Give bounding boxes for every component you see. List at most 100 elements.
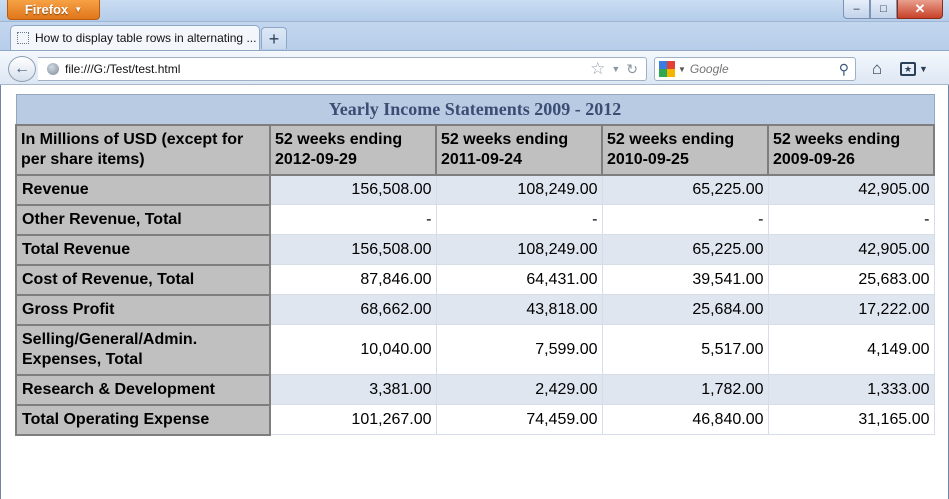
row-label: Cost of Revenue, Total (15, 263, 271, 296)
url-bar[interactable]: file:///G:/Test/test.html ☆ ▼ ↻ (38, 57, 647, 81)
income-statement-table: Yearly Income Statements 2009 - 2012 In … (15, 94, 935, 436)
header-cell: 52 weeks ending 2010-09-25 (601, 123, 769, 176)
table-cell: 156,508.00 (269, 174, 437, 205)
firefox-menu-button[interactable]: Firefox ▼ (7, 0, 100, 20)
table-cell: 101,267.00 (269, 404, 437, 435)
table-cell: 108,249.00 (435, 174, 603, 205)
table-row: Total Operating Expense 101,267.00 74,45… (15, 403, 935, 436)
bookmarks-menu-button[interactable]: ★ ▼ (900, 58, 938, 80)
header-line: 52 weeks ending (607, 130, 735, 148)
table-cell: 42,905.00 (767, 234, 935, 265)
tab-title: How to display table rows in alternating… (35, 31, 257, 45)
header-cell: 52 weeks ending 2011-09-24 (435, 123, 603, 176)
row-label: Revenue (15, 173, 271, 206)
table-header-row: In Millions of USD (except for per share … (15, 123, 935, 176)
header-cell: 52 weeks ending 2012-09-29 (269, 123, 437, 176)
table-cell: 17,222.00 (767, 294, 935, 325)
home-button[interactable]: ⌂ (866, 59, 888, 79)
row-label: Other Revenue, Total (15, 203, 271, 236)
table-row: Other Revenue, Total - - - - (15, 203, 935, 236)
table-cell: 43,818.00 (435, 294, 603, 325)
chevron-down-icon: ▼ (919, 64, 928, 74)
table-cell: 64,431.00 (435, 264, 603, 295)
table-row: Revenue 156,508.00 108,249.00 65,225.00 … (15, 173, 935, 206)
search-magnifier-icon[interactable]: ⚲ (839, 61, 849, 78)
table-cell: - (767, 204, 935, 235)
history-dropdown-icon[interactable]: ▼ (611, 64, 620, 74)
table-cell: 65,225.00 (601, 174, 769, 205)
table-cell: 3,381.00 (269, 374, 437, 405)
table-cell: 4,149.00 (767, 324, 935, 375)
search-input[interactable] (689, 62, 830, 76)
header-cell: In Millions of USD (except for per share … (15, 123, 271, 176)
header-line: 52 weeks ending (773, 130, 901, 148)
table-row: Research & Development 3,381.00 2,429.00… (15, 373, 935, 406)
row-label: Total Operating Expense (15, 403, 271, 436)
row-label: Total Revenue (15, 233, 271, 266)
page-favicon-icon (17, 32, 29, 44)
table-cell: 42,905.00 (767, 174, 935, 205)
table-cell: 31,165.00 (767, 404, 935, 435)
table-cell: 10,040.00 (269, 324, 437, 375)
reload-icon[interactable]: ↻ (626, 61, 638, 78)
table-cell: - (601, 204, 769, 235)
bookmark-star-icon[interactable]: ☆ (590, 59, 605, 79)
search-engine-dropdown-icon[interactable]: ▼ (678, 65, 686, 74)
url-actions: ☆ ▼ ↻ (590, 59, 638, 79)
table-cell: 39,541.00 (601, 264, 769, 295)
table-cell: 46,840.00 (601, 404, 769, 435)
home-icon: ⌂ (871, 59, 883, 78)
table-row: Cost of Revenue, Total 87,846.00 64,431.… (15, 263, 935, 296)
table-cell: 1,333.00 (767, 374, 935, 405)
table-cell: 108,249.00 (435, 234, 603, 265)
row-label-line: Selling/General/Admin. (22, 330, 198, 348)
table-cell: - (269, 204, 437, 235)
firefox-menu-label: Firefox (24, 2, 69, 17)
table-row: Selling/General/Admin. Expenses, Total 10… (15, 323, 935, 376)
row-label: Selling/General/Admin. Expenses, Total (15, 323, 271, 376)
table-cell: 74,459.00 (435, 404, 603, 435)
header-line: 52 weeks ending (275, 130, 403, 148)
minimize-button[interactable]: – (843, 0, 870, 19)
row-label: Gross Profit (15, 293, 271, 326)
window-controls: – □ ✕ (843, 0, 943, 19)
table-cell: 2,429.00 (435, 374, 603, 405)
back-arrow-icon: ← (14, 60, 30, 77)
table-cell: 7,599.00 (435, 324, 603, 375)
header-line: 2011-09-24 (441, 150, 522, 168)
table-cell: 68,662.00 (269, 294, 437, 325)
search-bar[interactable]: ▼ ⚲ (654, 57, 856, 81)
maximize-button[interactable]: □ (870, 0, 897, 19)
table-cell: 156,508.00 (269, 234, 437, 265)
close-button[interactable]: ✕ (897, 0, 943, 19)
header-line: per share items) (21, 150, 145, 168)
new-tab-button[interactable]: + (261, 27, 287, 49)
row-label: Research & Development (15, 373, 271, 406)
header-line: 2012-09-29 (275, 150, 357, 168)
table-caption: Yearly Income Statements 2009 - 2012 (15, 94, 935, 125)
table-cell: 25,684.00 (601, 294, 769, 325)
page-viewport: Yearly Income Statements 2009 - 2012 In … (0, 85, 949, 499)
header-line: In Millions of USD (except for (21, 130, 244, 148)
header-line: 2009-09-26 (773, 150, 855, 168)
table-cell: 5,517.00 (601, 324, 769, 375)
bookmarks-menu-icon: ★ (900, 62, 916, 76)
table-cell: 65,225.00 (601, 234, 769, 265)
table-row: Total Revenue 156,508.00 108,249.00 65,2… (15, 233, 935, 266)
header-cell: 52 weeks ending 2009-09-26 (767, 123, 935, 176)
back-button[interactable]: ← (8, 56, 36, 82)
table-cell: - (435, 204, 603, 235)
chevron-down-icon: ▼ (74, 5, 83, 14)
table-cell: 87,846.00 (269, 264, 437, 295)
header-line: 2010-09-25 (607, 150, 689, 168)
header-line: 52 weeks ending (441, 130, 569, 148)
globe-icon (47, 63, 59, 75)
row-label-line: Expenses, Total (22, 350, 143, 368)
window-titlebar: Firefox ▼ – □ ✕ (0, 0, 949, 22)
table-cell: 1,782.00 (601, 374, 769, 405)
table-row: Gross Profit 68,662.00 43,818.00 25,684.… (15, 293, 935, 326)
google-logo-icon[interactable] (659, 61, 675, 77)
url-text[interactable]: file:///G:/Test/test.html (65, 62, 590, 76)
tab-strip: How to display table rows in alternating… (0, 22, 949, 50)
tab-active[interactable]: How to display table rows in alternating… (10, 25, 260, 50)
